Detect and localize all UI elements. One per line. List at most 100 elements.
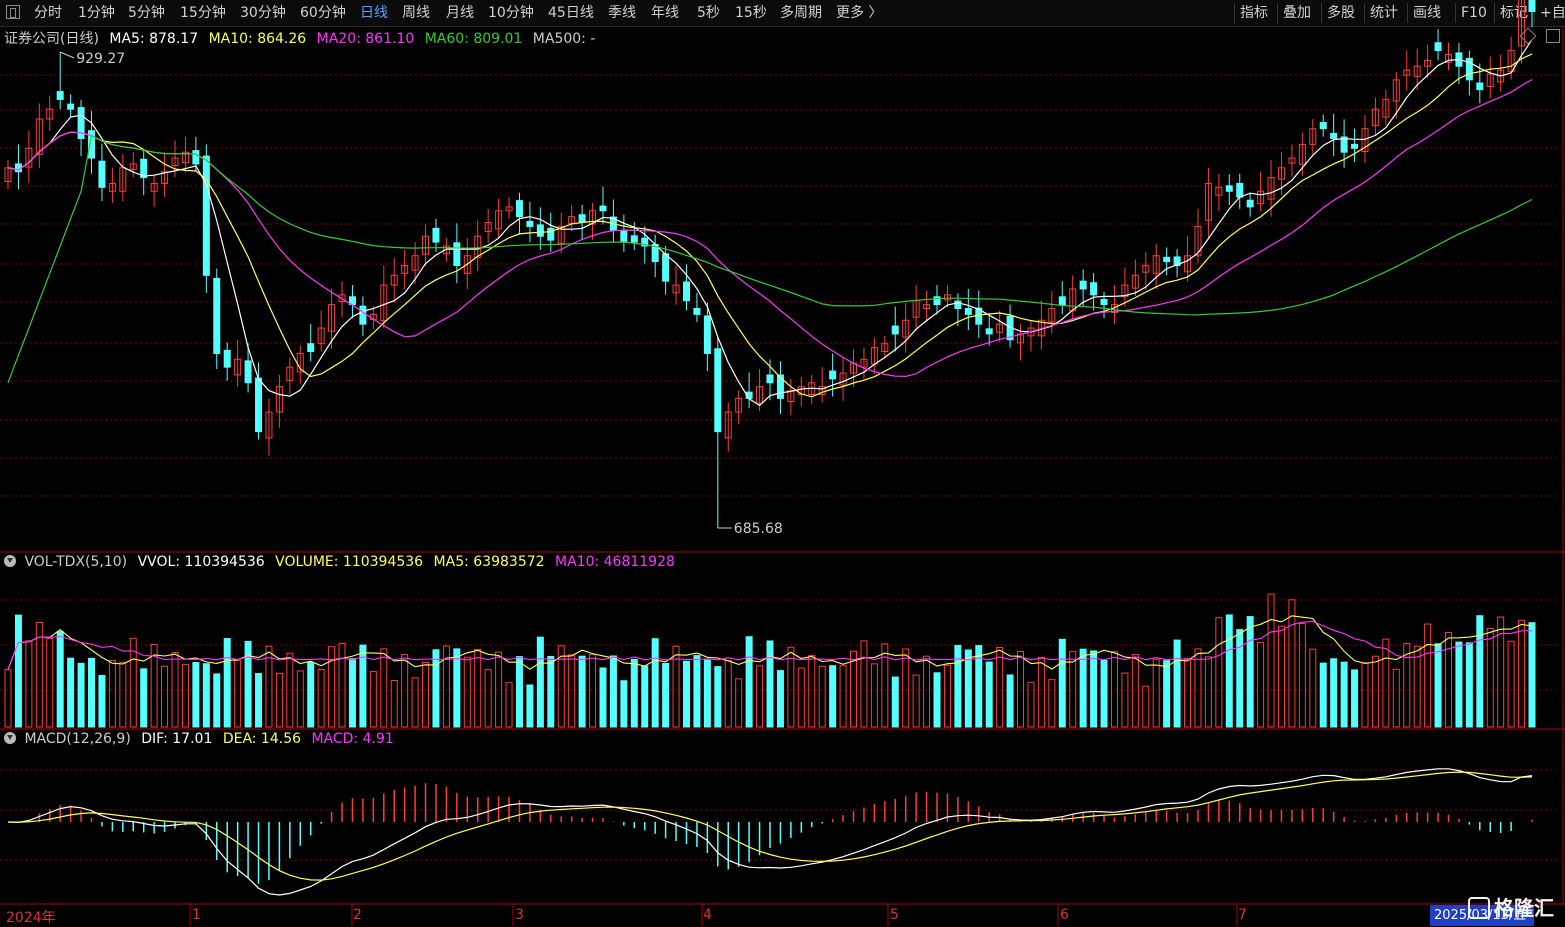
volume-bar [1079,648,1087,728]
volume-bar [985,661,993,728]
high-price-label: 929.27 [76,51,125,67]
macd-pane-header: MACD(12,26,9) DIF: 17.01 DEA: 14.56 MACD… [4,731,394,747]
volume-bar [1090,650,1098,728]
volume-bar [1257,641,1265,728]
stock-chart[interactable]: 929.27 685.68 [0,0,1565,926]
candle-body [682,281,690,302]
volume-bar [714,666,722,728]
candle-body [1246,199,1254,208]
volume-bar [161,665,169,728]
x-axis-label: 6 [1060,907,1069,923]
volume-bar [797,667,805,728]
macd-title[interactable]: MACD(12,26,9) [24,731,130,747]
volume-bar [338,642,346,728]
volume-bar [609,655,617,728]
candle-body [515,200,523,218]
volume-bar [348,658,356,728]
volume-bar [547,655,555,728]
vol-ma5-label: MA5: 63983572 [433,554,545,570]
candle-body [98,160,106,188]
ma5-label: MA5: 878.17 [109,31,199,47]
volume-bar [213,673,221,728]
volume-bar [1058,638,1066,728]
volume-bar [46,638,54,728]
volume-bar [1528,622,1536,728]
volume-bar [98,674,106,728]
volume-bar [829,665,837,728]
candle-body [1319,121,1327,130]
vol-pane-header: VOL-TDX(5,10) VVOL: 110394536 VOLUME: 11… [4,554,675,570]
volume-bar [923,655,931,728]
candle-body [1090,282,1098,296]
volume-bar [1017,650,1025,728]
volume-bar [474,649,482,728]
volume-bar [860,640,868,728]
volume-bar [776,670,784,728]
candle-body [985,328,993,335]
volume-bar [536,636,544,728]
volume-bar [1392,668,1400,728]
candle-body [1100,299,1108,306]
volume-bar [1371,655,1379,728]
volume-bar [1037,656,1045,728]
volume-bar [630,658,638,728]
volume-bar [119,661,127,728]
vol-title[interactable]: VOL-TDX(5,10) [24,554,127,570]
candle-body [1236,182,1244,198]
volume-bar [1361,662,1369,728]
candle-body [192,150,200,165]
candle-body [67,103,75,110]
volume-bar [912,674,920,728]
volume-bar [1288,599,1296,728]
candle-body [703,315,711,354]
maximize-icon[interactable] [1546,29,1560,43]
dea-label: DEA: 14.56 [222,731,302,747]
candle-body [56,91,64,100]
macd-value-label: MACD: 4.91 [311,731,394,747]
candle-body [1476,82,1484,91]
volume-bar [505,682,513,728]
ma60-label: MA60: 809.01 [424,31,523,47]
volume-bar [1403,643,1411,728]
volume-bar [589,654,597,728]
volume-bar [1507,640,1515,728]
volume-bar [1319,662,1327,728]
volume-bar [1476,615,1484,728]
candle-body [578,214,586,224]
candle-body [244,360,252,384]
volume-bar [1246,616,1254,728]
volume-bar [756,665,764,728]
volume-bar [1027,681,1035,728]
volume-bar [1267,593,1275,728]
volume-bar [1142,685,1150,728]
volume-bar [140,668,148,728]
vol-ma10-label: MA10: 46811928 [555,554,675,570]
volume-bar [1194,648,1202,728]
volume-label: VOLUME: 110394536 [275,554,424,570]
candle-body [662,253,670,282]
volume-bar [463,656,471,728]
volume-bar [244,640,252,728]
x-axis-label: 7 [1238,907,1247,923]
volume-bar [724,660,732,728]
candle-body [526,220,534,227]
volume-bar [1518,619,1526,728]
volume-bar [380,648,388,728]
dropdown-icon[interactable] [4,555,16,567]
volume-bar [1110,651,1118,728]
candle-body [1058,296,1066,306]
volume-bar [1486,627,1494,728]
volume-bar [620,680,628,728]
candle-body [1351,143,1359,149]
volume-bar [526,684,534,728]
candle-body [693,308,701,315]
volume-bar [88,657,96,728]
volume-bar [1204,656,1212,728]
volume-bar [933,672,941,728]
volume-bar [1184,657,1192,728]
dropdown-icon[interactable] [4,732,16,744]
volume-bar [515,656,523,728]
volume-bar [662,662,670,728]
volume-bar [1069,651,1077,728]
volume-bar [943,664,951,728]
